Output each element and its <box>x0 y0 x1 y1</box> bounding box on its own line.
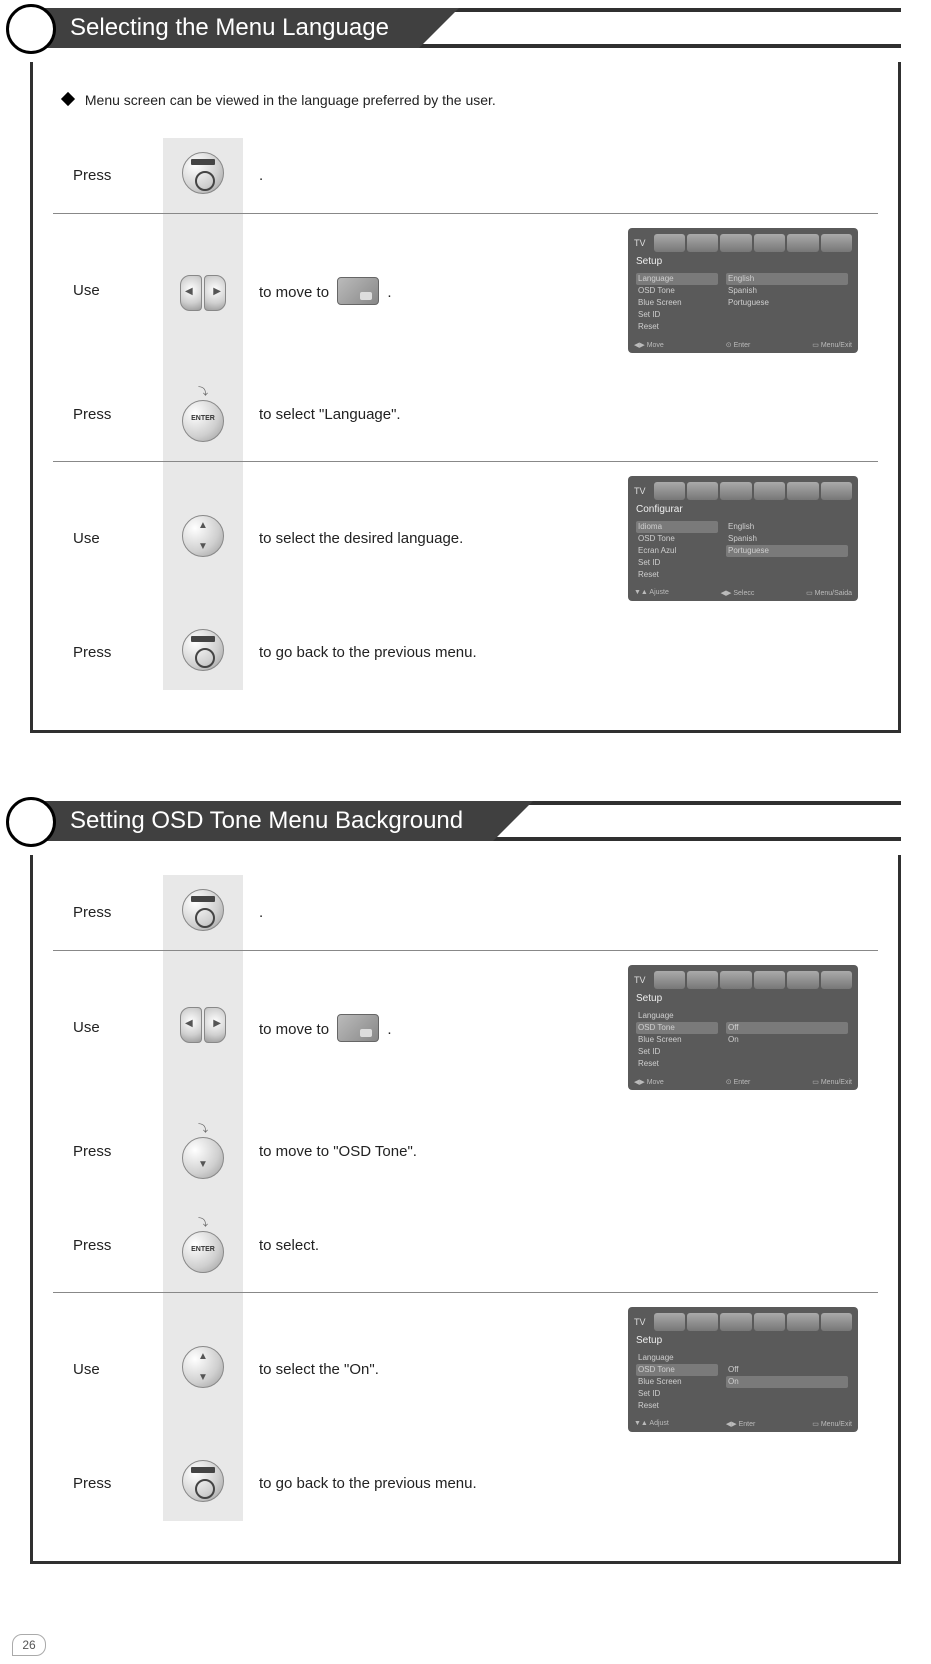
section-selecting-language: Selecting the Menu Language Menu screen … <box>0 0 931 733</box>
left-right-button-icon <box>180 1007 226 1048</box>
section-title: Setting OSD Tone Menu Background <box>30 801 493 841</box>
setup-tab-icon <box>337 277 379 305</box>
step-row: Use to select the "On". TV Setup <box>53 1293 878 1447</box>
setup-tab-icon <box>337 1014 379 1042</box>
menu-button-icon <box>182 889 224 931</box>
title-disc-icon <box>6 4 56 54</box>
up-down-button-icon <box>182 1346 224 1388</box>
section-osd-tone: Setting OSD Tone Menu Background Press .… <box>0 793 931 1564</box>
content-frame: Press . Use <box>30 855 901 1564</box>
step-action: Press <box>53 615 163 690</box>
or-indicator-icon: ⤵ <box>163 1214 243 1229</box>
step-action: Press <box>53 1104 163 1198</box>
step-desc: to move to . <box>243 214 618 368</box>
button-icon-cell <box>163 875 243 951</box>
left-right-button-icon <box>180 275 226 316</box>
step-action: Use <box>53 951 163 1105</box>
step-desc: to move to "OSD Tone". <box>243 1104 618 1198</box>
enter-button-icon <box>182 1231 224 1273</box>
or-indicator-icon: ⤵ <box>163 383 243 398</box>
step-action: Press <box>53 875 163 951</box>
down-button-icon <box>182 1137 224 1179</box>
button-icon-cell: ⤵ <box>163 367 243 462</box>
content-frame: Menu screen can be viewed in the languag… <box>30 62 901 733</box>
section-title: Selecting the Menu Language <box>30 8 419 48</box>
button-icon-cell <box>163 1446 243 1521</box>
osd-preview: TV Setup Language OSD Tone Blue Screen S… <box>628 1307 858 1432</box>
step-action: Use <box>53 214 163 368</box>
title-disc-icon <box>6 797 56 847</box>
step-row: Use to move to . TV <box>53 214 878 368</box>
step-row: Use to move to . TV <box>53 951 878 1105</box>
bullet-icon <box>61 92 75 106</box>
step-desc: . <box>243 875 618 951</box>
step-desc: to go back to the previous menu. <box>243 1446 618 1521</box>
section-title-row: Setting OSD Tone Menu Background <box>0 793 931 845</box>
step-action: Press <box>53 1446 163 1521</box>
button-icon-cell <box>163 462 243 616</box>
button-icon-cell <box>163 138 243 214</box>
menu-button-icon <box>182 629 224 671</box>
button-icon-cell <box>163 951 243 1105</box>
step-desc: to select "Language". <box>243 367 618 462</box>
step-action: Use <box>53 1293 163 1447</box>
osd-preview: TV Configurar Idioma OSD Tone Ecran Azul… <box>628 476 858 601</box>
step-row: Press ⤵ to select "Language". <box>53 367 878 462</box>
step-action: Use <box>53 462 163 616</box>
button-icon-cell: ⤵ <box>163 1198 243 1293</box>
osd-preview: TV Setup Language OSD Tone Blue Screen S… <box>628 228 858 353</box>
steps-table: Press . Use <box>53 138 878 690</box>
step-row: Press ⤵ to move to "OSD Tone". <box>53 1104 878 1198</box>
up-down-button-icon <box>182 515 224 557</box>
osd-preview: TV Setup Language OSD Tone Blue Screen S… <box>628 965 858 1090</box>
step-row: Use to select the desired language. TV C… <box>53 462 878 616</box>
button-icon-cell <box>163 214 243 368</box>
step-row: Press to go back to the previous menu. <box>53 615 878 690</box>
page-number: 26 <box>12 1634 46 1656</box>
step-action: Press <box>53 1198 163 1293</box>
step-desc: to select the desired language. <box>243 462 618 616</box>
step-desc: . <box>243 138 618 214</box>
menu-button-icon <box>182 152 224 194</box>
section-title-row: Selecting the Menu Language <box>0 0 931 52</box>
button-icon-cell: ⤵ <box>163 1104 243 1198</box>
button-icon-cell <box>163 1293 243 1447</box>
button-icon-cell <box>163 615 243 690</box>
step-desc: to select the "On". <box>243 1293 618 1447</box>
step-row: Press to go back to the previous menu. <box>53 1446 878 1521</box>
step-desc: to select. <box>243 1198 618 1293</box>
menu-button-icon <box>182 1460 224 1502</box>
step-row: Press . <box>53 138 878 214</box>
steps-table: Press . Use <box>53 875 878 1521</box>
step-row: Press . <box>53 875 878 951</box>
step-row: Press ⤵ to select. <box>53 1198 878 1293</box>
step-action: Press <box>53 367 163 462</box>
intro-text: Menu screen can be viewed in the languag… <box>63 92 878 108</box>
enter-button-icon <box>182 400 224 442</box>
step-desc: to go back to the previous menu. <box>243 615 618 690</box>
step-desc: to move to . <box>243 951 618 1105</box>
or-indicator-icon: ⤵ <box>163 1120 243 1135</box>
step-action: Press <box>53 138 163 214</box>
